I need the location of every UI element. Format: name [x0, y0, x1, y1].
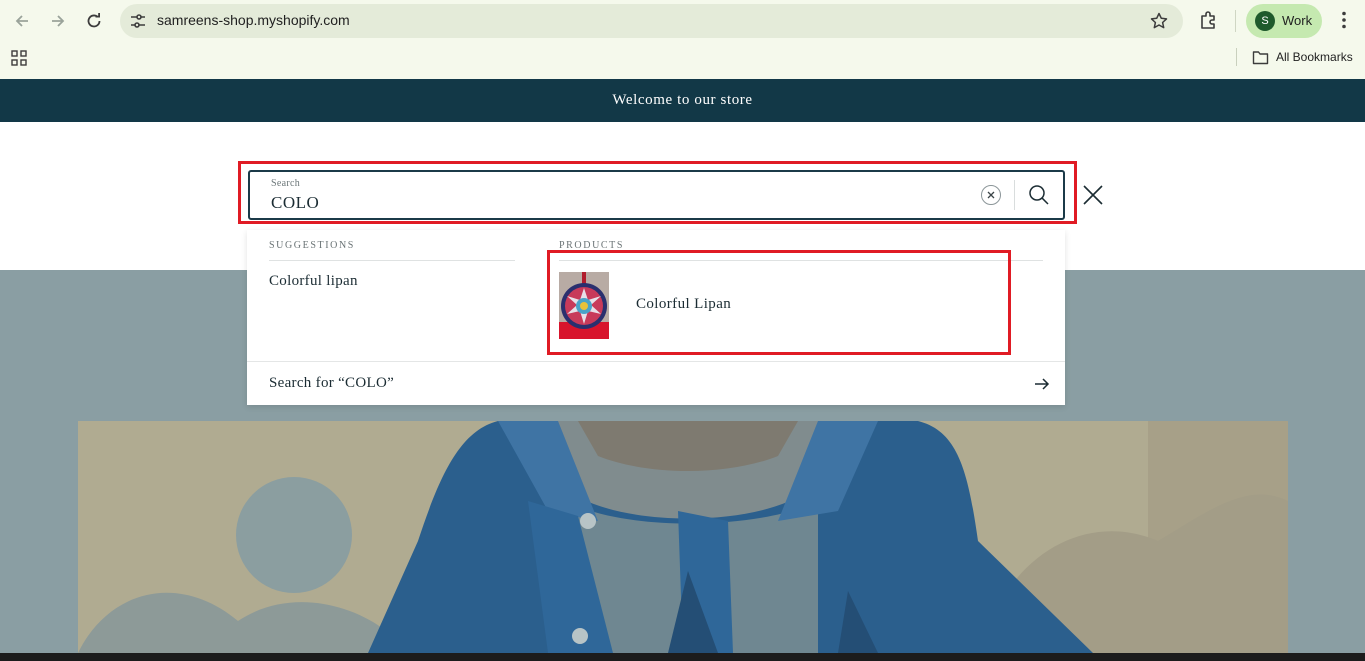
product-result-item[interactable]: Colorful Lipan [553, 268, 1043, 342]
arrow-right-icon [1035, 378, 1050, 390]
hero-illustration [78, 421, 1288, 653]
suggestions-rule [269, 260, 515, 261]
back-icon [15, 15, 28, 27]
browser-chrome: samreens-shop.myshopify.com S Work All B… [0, 0, 1365, 79]
product-thumbnail [559, 272, 609, 339]
predictive-search-dropdown: SUGGESTIONS Colorful lipan PRODUCTS Colo… [247, 230, 1065, 405]
product-title: Colorful Lipan [636, 296, 732, 312]
apps-icon[interactable] [11, 50, 27, 66]
clear-icon [987, 191, 995, 199]
announcement-bar: Welcome to our store [0, 79, 1365, 122]
announcement-text: Welcome to our store [612, 92, 753, 108]
search-label: Search [271, 178, 301, 189]
clear-search-button[interactable] [981, 185, 1001, 205]
bookmarks-divider [1236, 48, 1237, 66]
address-bar[interactable]: samreens-shop.myshopify.com [120, 4, 1183, 38]
forward-icon [52, 15, 65, 27]
tune-icon[interactable] [129, 12, 147, 30]
search-icon[interactable] [1027, 183, 1051, 207]
products-heading: PRODUCTS [559, 240, 625, 251]
extensions-icon[interactable] [1198, 9, 1220, 31]
suggestions-heading: SUGGESTIONS [269, 240, 355, 251]
products-rule [559, 260, 1043, 261]
all-bookmarks-link[interactable]: All Bookmarks [1276, 50, 1353, 64]
search-input[interactable]: Search COLO [248, 170, 1065, 220]
folder-icon[interactable] [1252, 50, 1269, 65]
menu-icon[interactable] [1333, 9, 1355, 31]
reload-button[interactable] [81, 8, 107, 34]
profile-label: Work [1282, 13, 1313, 28]
close-icon[interactable] [1082, 184, 1104, 206]
toolbar-divider [1235, 10, 1236, 32]
field-divider [1014, 180, 1015, 210]
back-button[interactable] [9, 8, 35, 34]
profile-button[interactable]: S Work [1246, 4, 1322, 38]
url-text: samreens-shop.myshopify.com [157, 12, 350, 28]
suggestion-item[interactable]: Colorful lipan [269, 273, 358, 290]
bottom-strip [0, 653, 1365, 661]
star-icon[interactable] [1149, 11, 1169, 31]
search-for-row[interactable]: Search for “COLO” [247, 361, 1065, 405]
forward-button[interactable] [45, 8, 71, 34]
avatar: S [1255, 11, 1275, 31]
reload-icon [87, 13, 101, 28]
search-value[interactable]: COLO [271, 193, 319, 213]
search-for-text: Search for “COLO” [269, 375, 395, 391]
